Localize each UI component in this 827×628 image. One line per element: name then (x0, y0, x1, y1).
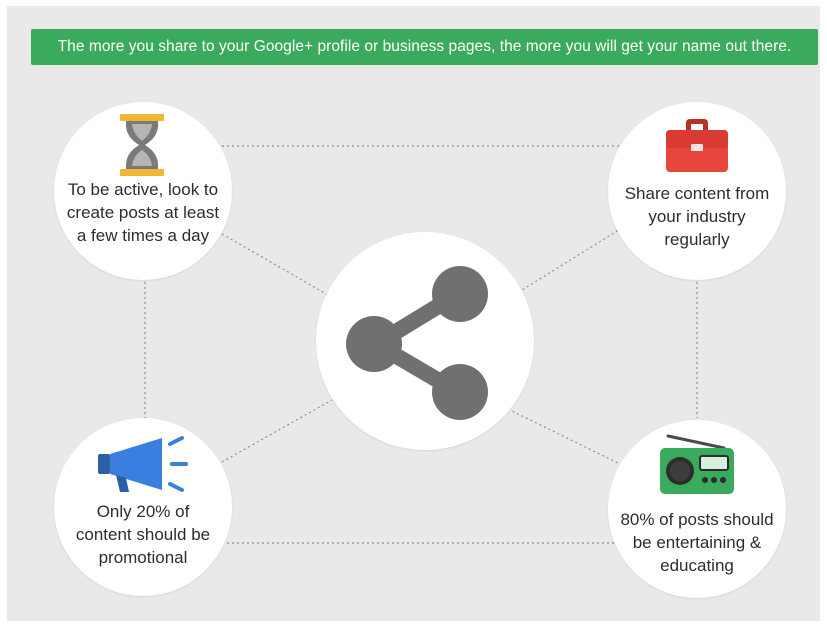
node-bottom-right-label: 80% of posts should be entertaining & ed… (620, 510, 774, 575)
node-bottom-left-label: Only 20% of content should be promotiona… (75, 502, 211, 567)
node-top-left-label: To be active, look to create posts at le… (66, 180, 220, 245)
megaphone-icon (98, 436, 188, 492)
radio-icon (660, 434, 734, 494)
briefcase-icon (666, 119, 728, 172)
connector-diag-bottom-right (509, 409, 623, 466)
hourglass-icon (120, 114, 164, 176)
connector-diag-top-left (221, 233, 329, 296)
connector-diag-top-right (521, 227, 623, 291)
share-icon (346, 266, 488, 420)
node-top-right-label: Share content from your industry regular… (624, 184, 770, 249)
connector-diag-bottom-left (221, 399, 333, 463)
